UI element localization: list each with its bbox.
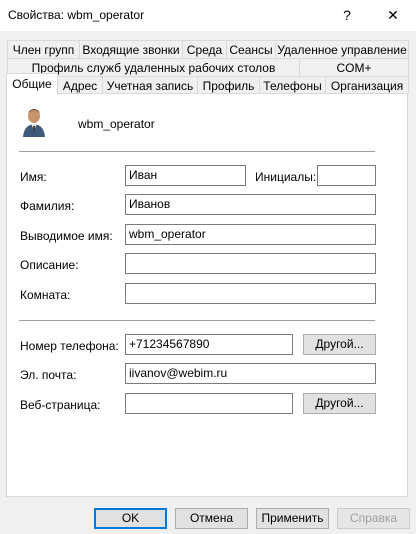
separator-middle	[19, 320, 375, 321]
help-icon[interactable]: ?	[324, 0, 370, 31]
tab-remote-control[interactable]: Удаленное управление	[275, 40, 409, 58]
phone-input[interactable]: +71234567890	[125, 334, 293, 355]
web-other-button[interactable]: Другой...	[303, 393, 376, 414]
web-page-label: Веб-страница:	[20, 398, 101, 412]
email-label: Эл. почта:	[20, 368, 77, 382]
user-avatar-icon	[20, 106, 48, 138]
tab-account[interactable]: Учетная запись	[102, 76, 198, 94]
last-name-input[interactable]: Иванов	[125, 194, 376, 215]
tab-organization[interactable]: Организация	[325, 76, 409, 94]
window-title: Свойства: wbm_operator	[8, 8, 145, 22]
ok-button[interactable]: OK	[94, 508, 167, 529]
last-name-label: Фамилия:	[20, 199, 75, 213]
tab-sessions[interactable]: Сеансы	[226, 40, 276, 58]
email-input[interactable]: iivanov@webim.ru	[125, 363, 376, 384]
cancel-button[interactable]: Отмена	[175, 508, 248, 529]
tab-com-plus[interactable]: COM+	[299, 58, 409, 76]
office-label: Комната:	[20, 288, 71, 302]
tab-member-of[interactable]: Член групп	[7, 40, 80, 58]
web-page-input[interactable]	[125, 393, 293, 414]
tab-address[interactable]: Адрес	[57, 76, 103, 94]
office-input[interactable]	[125, 283, 376, 304]
display-name-input[interactable]: wbm_operator	[125, 224, 376, 245]
display-name-label: Выводимое имя:	[20, 229, 113, 243]
phone-other-button[interactable]: Другой...	[303, 334, 376, 355]
description-label: Описание:	[20, 258, 79, 272]
separator-top	[19, 151, 375, 152]
help-button: Справка	[337, 508, 410, 529]
tab-profile[interactable]: Профиль	[197, 76, 260, 94]
title-bar: Свойства: wbm_operator ? ✕	[0, 0, 416, 31]
tab-telephones[interactable]: Телефоны	[259, 76, 326, 94]
tab-dial-in[interactable]: Входящие звонки	[79, 40, 183, 58]
display-name-heading: wbm_operator	[78, 117, 155, 131]
close-icon[interactable]: ✕	[370, 0, 416, 31]
first-name-input[interactable]: Иван	[125, 165, 246, 186]
tab-general[interactable]: Общие	[6, 73, 58, 95]
phone-label: Номер телефона:	[20, 339, 119, 353]
tab-environment[interactable]: Среда	[182, 40, 227, 58]
initials-label: Инициалы:	[255, 170, 317, 184]
first-name-label: Имя:	[20, 170, 47, 184]
description-input[interactable]	[125, 253, 376, 274]
initials-input[interactable]	[317, 165, 376, 186]
apply-button[interactable]: Применить	[256, 508, 329, 529]
